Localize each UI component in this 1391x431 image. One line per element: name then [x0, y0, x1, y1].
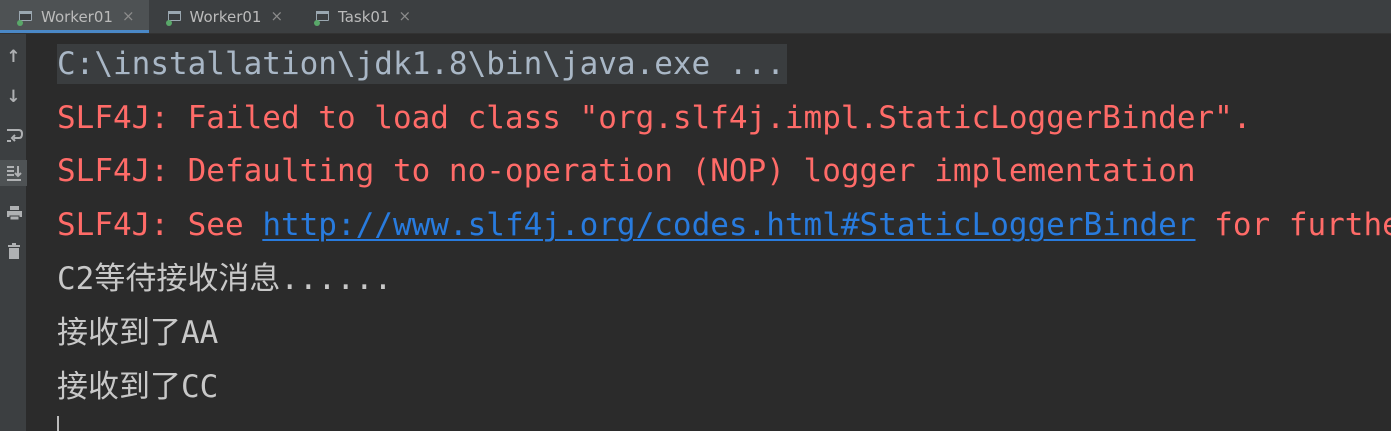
error-line-3-suffix: for further details.	[1214, 207, 1391, 243]
command-line[interactable]: C:\installation\jdk1.8\bin\java.exe ...	[57, 44, 787, 84]
run-console-icon	[17, 10, 34, 26]
scroll-down-icon: ↓	[6, 87, 21, 107]
scroll-up-icon: ↑	[6, 47, 21, 67]
trash-icon	[7, 243, 20, 259]
stdout-line-3: 接收到了CC	[57, 369, 219, 405]
console-toolbar: ↑ ↓	[0, 34, 27, 431]
error-line-2: SLF4J: Defaulting to no-operation (NOP) …	[57, 153, 1196, 189]
tab-label: Task01	[338, 7, 390, 26]
scroll-up-button[interactable]: ↑	[0, 44, 27, 70]
error-line-3-prefix: SLF4J: See	[57, 207, 263, 243]
run-tab-bar: Worker01 × Worker01 × Task01 ×	[0, 0, 1391, 34]
error-line-1: SLF4J: Failed to load class "org.slf4j.i…	[57, 100, 1252, 136]
run-tool-window: Worker01 × Worker01 × Task01 × ↑ ↓ C:\in…	[0, 0, 1391, 431]
soft-wrap-button[interactable]	[0, 122, 27, 148]
close-tab-icon[interactable]: ×	[270, 9, 283, 24]
tab-worker01-first[interactable]: Worker01 ×	[0, 0, 149, 33]
scroll-down-button[interactable]: ↓	[0, 84, 27, 110]
print-button[interactable]	[0, 200, 27, 226]
stdout-line-2: 接收到了AA	[57, 315, 219, 351]
close-tab-icon[interactable]: ×	[122, 9, 135, 24]
tab-task01[interactable]: Task01 ×	[297, 0, 425, 33]
tab-worker01-second[interactable]: Worker01 ×	[149, 0, 298, 33]
soft-wrap-icon	[6, 129, 23, 142]
tab-label: Worker01	[41, 7, 113, 26]
slf4j-codes-link[interactable]: http://www.slf4j.org/codes.html#StaticLo…	[262, 207, 1195, 243]
run-console-icon	[314, 10, 331, 26]
print-icon	[6, 206, 22, 221]
console-output[interactable]: C:\installation\jdk1.8\bin\java.exe ... …	[28, 34, 1391, 431]
scroll-to-end-button[interactable]	[0, 160, 27, 186]
stdout-line-1: C2等待接收消息......	[57, 261, 393, 297]
close-tab-icon[interactable]: ×	[399, 9, 412, 24]
clear-all-button[interactable]	[0, 238, 27, 264]
error-line-3: SLF4J: See http://www.slf4j.org/codes.ht…	[57, 205, 1391, 245]
run-console-icon	[165, 10, 183, 26]
text-caret	[57, 416, 59, 431]
scroll-to-end-icon	[6, 166, 22, 181]
tab-label: Worker01	[189, 7, 262, 26]
